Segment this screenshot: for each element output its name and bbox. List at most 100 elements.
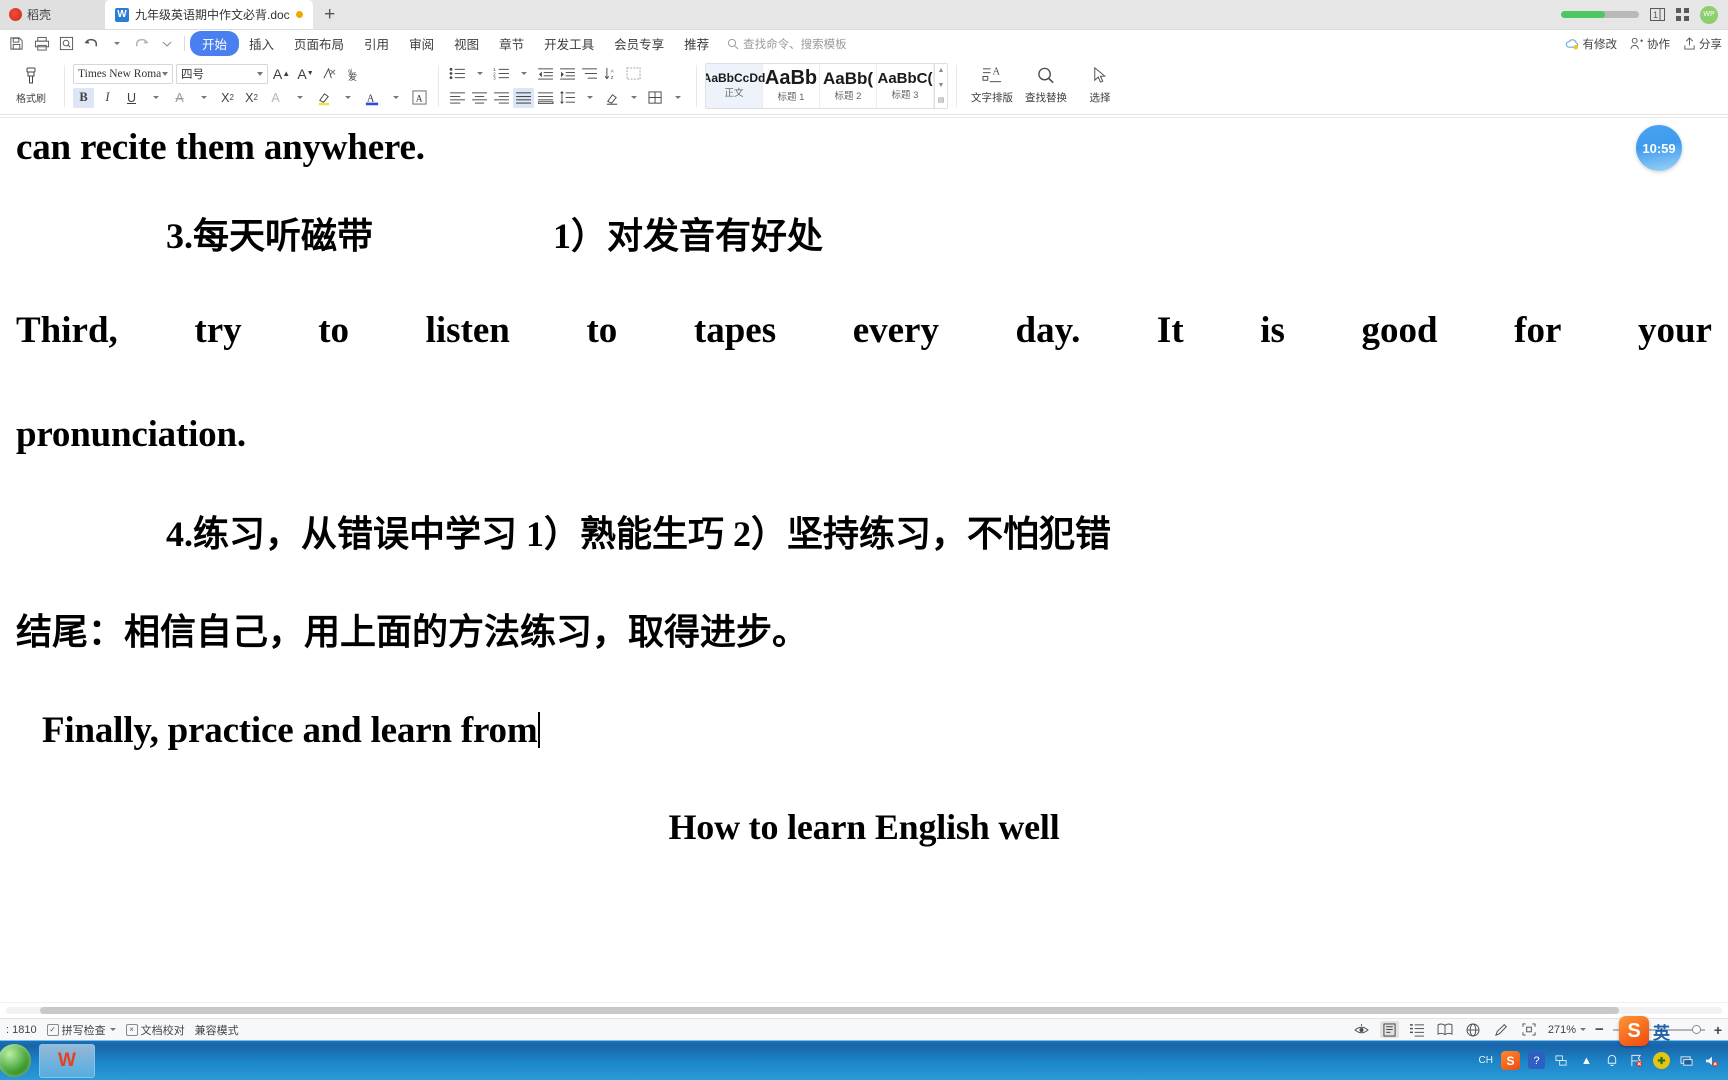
line-space-icon[interactable] — [557, 88, 578, 108]
page-view-icon[interactable] — [1379, 1021, 1399, 1038]
increase-indent-icon[interactable] — [557, 64, 578, 84]
word-count-status[interactable]: : 1810 — [6, 1024, 37, 1036]
underline-icon[interactable]: U — [121, 88, 142, 108]
styles-scroll-up-icon[interactable]: ▲ — [938, 67, 945, 74]
menu-item-references[interactable]: 引用 — [354, 31, 399, 56]
style-heading-3[interactable]: AaBbC( 标题 3 — [877, 63, 934, 108]
ime-mode-indicator[interactable]: 英 — [1653, 1019, 1670, 1044]
menu-item-insert[interactable]: 插入 — [239, 31, 284, 56]
style-normal[interactable]: AaBbCcDd 正文 — [706, 63, 765, 108]
network-icon[interactable] — [1553, 1052, 1570, 1069]
eye-protection-icon[interactable] — [1352, 1021, 1371, 1038]
menu-item-recommend[interactable]: 推荐 — [674, 31, 719, 56]
web-view-icon[interactable] — [1464, 1021, 1483, 1038]
doc-proof-status[interactable]: × 文档校对 — [125, 1022, 185, 1038]
save-icon[interactable] — [4, 33, 29, 55]
print-preview-icon[interactable] — [54, 33, 79, 55]
zoom-slider-knob[interactable] — [1691, 1024, 1701, 1034]
horizontal-scrollbar[interactable] — [0, 1002, 1728, 1018]
grow-font-icon[interactable]: A ▲ — [271, 64, 292, 84]
line-space-dropdown-icon[interactable] — [579, 88, 600, 108]
style-heading-1[interactable]: AaBb 标题 1 — [763, 63, 820, 108]
styles-expand-icon[interactable]: ▤ — [938, 97, 945, 104]
tab-document[interactable]: W 九年级英语期中作文必背.doc — [105, 0, 313, 29]
highlight-dropdown-icon[interactable] — [337, 88, 358, 108]
text-effects-icon[interactable]: A — [265, 88, 286, 108]
sort-icon[interactable]: AZ — [601, 64, 622, 84]
style-heading-2[interactable]: AaBb( 标题 2 — [820, 63, 877, 108]
clear-format-icon[interactable] — [319, 64, 340, 84]
shading-icon[interactable] — [601, 88, 622, 108]
decrease-indent-icon[interactable] — [535, 64, 556, 84]
spell-check-status[interactable]: ✓ 拼写检查 — [46, 1022, 116, 1038]
show-hidden-icons-icon[interactable]: ▲ — [1578, 1052, 1595, 1069]
character-border-icon[interactable]: A — [409, 88, 430, 108]
font-size-input[interactable]: 四号 — [176, 63, 268, 84]
ime-language-label[interactable]: CH — [1479, 1055, 1493, 1066]
numbering-icon[interactable]: 123 — [491, 64, 512, 84]
menu-item-member-exclusive[interactable]: 会员专享 — [604, 31, 674, 56]
multilevel-list-icon[interactable] — [579, 64, 600, 84]
document-canvas[interactable]: 10:59 can recite them anywhere. 3.每天听磁带 … — [0, 115, 1728, 1002]
chevron-down-icon[interactable] — [109, 1028, 116, 1031]
highlight-icon[interactable] — [313, 88, 334, 108]
sogou-pinyin-icon[interactable]: S — [1619, 1016, 1649, 1046]
borders-dropdown-icon[interactable] — [667, 88, 688, 108]
find-replace-button[interactable]: 查找替换 — [1019, 66, 1073, 105]
tab-docer-home[interactable]: 稻壳 — [0, 0, 105, 29]
strikethrough-dropdown-icon[interactable] — [193, 88, 214, 108]
menu-item-developer-tools[interactable]: 开发工具 — [534, 31, 604, 56]
distribute-icon[interactable] — [535, 88, 556, 108]
numbering-dropdown-icon[interactable] — [513, 64, 534, 84]
zoom-in-button[interactable]: + — [1714, 1022, 1722, 1038]
menu-item-section[interactable]: 章节 — [489, 31, 534, 56]
subscript-icon[interactable]: X2 — [241, 88, 262, 108]
menu-item-review[interactable]: 审阅 — [399, 31, 444, 56]
taskbar-item-wps[interactable]: W — [39, 1043, 95, 1078]
justify-icon[interactable] — [513, 87, 534, 108]
sogou-ime-floating-bar[interactable]: S 英 — [1619, 1016, 1670, 1046]
volume-mute-icon[interactable] — [1703, 1052, 1720, 1069]
help-icon[interactable]: ? — [1528, 1052, 1545, 1069]
styles-scroll-down-icon[interactable]: ▼ — [938, 82, 945, 89]
outline-view-icon[interactable] — [1408, 1021, 1427, 1038]
search-command-box[interactable]: 查找命令、搜索模板 — [727, 36, 847, 52]
text-layout-button[interactable]: A 文字排版 — [965, 66, 1019, 105]
undo-icon[interactable] — [79, 33, 104, 55]
bold-icon[interactable]: B — [73, 87, 94, 108]
cloud-sync-status[interactable]: 有修改 — [1565, 36, 1617, 52]
flag-alert-icon[interactable] — [1628, 1052, 1645, 1069]
update-icon[interactable] — [1653, 1052, 1670, 1069]
floating-timer-badge[interactable]: 10:59 — [1636, 125, 1682, 171]
avatar[interactable]: WP — [1700, 5, 1718, 24]
grid-apps-icon[interactable] — [1676, 8, 1689, 21]
show-marks-icon[interactable] — [623, 64, 644, 84]
hscroll-thumb[interactable] — [40, 1007, 1620, 1014]
bullets-icon[interactable] — [447, 64, 468, 84]
strikethrough-icon[interactable]: A — [169, 88, 190, 108]
underline-dropdown-icon[interactable] — [145, 88, 166, 108]
format-painter-button[interactable]: 格式刷 — [6, 66, 56, 105]
superscript-icon[interactable]: X2 — [217, 88, 238, 108]
shrink-font-icon[interactable]: A ▼ — [295, 64, 316, 84]
shading-dropdown-icon[interactable] — [623, 88, 644, 108]
reading-view-icon[interactable] — [1436, 1021, 1455, 1038]
share-button[interactable]: 分享 — [1683, 36, 1722, 52]
menu-item-start[interactable]: 开始 — [190, 31, 240, 56]
menu-item-view[interactable]: 视图 — [444, 31, 489, 56]
select-button[interactable]: 选择 — [1073, 66, 1127, 105]
redo-icon[interactable] — [129, 33, 154, 55]
align-center-icon[interactable] — [469, 88, 490, 108]
edit-pen-icon[interactable] — [1492, 1021, 1511, 1038]
display-icon[interactable] — [1678, 1052, 1695, 1069]
pinyin-guide-icon[interactable]: ai 爱 — [343, 64, 364, 84]
compat-mode-status[interactable]: 兼容模式 — [195, 1022, 239, 1038]
font-color-icon[interactable]: A — [361, 88, 382, 108]
notification-icon[interactable] — [1603, 1052, 1620, 1069]
font-color-dropdown-icon[interactable] — [385, 88, 406, 108]
borders-icon[interactable] — [645, 88, 666, 108]
align-left-icon[interactable] — [447, 88, 468, 108]
align-right-icon[interactable] — [491, 88, 512, 108]
customize-toolbar-icon[interactable] — [154, 33, 179, 55]
fit-page-icon[interactable] — [1520, 1021, 1539, 1038]
